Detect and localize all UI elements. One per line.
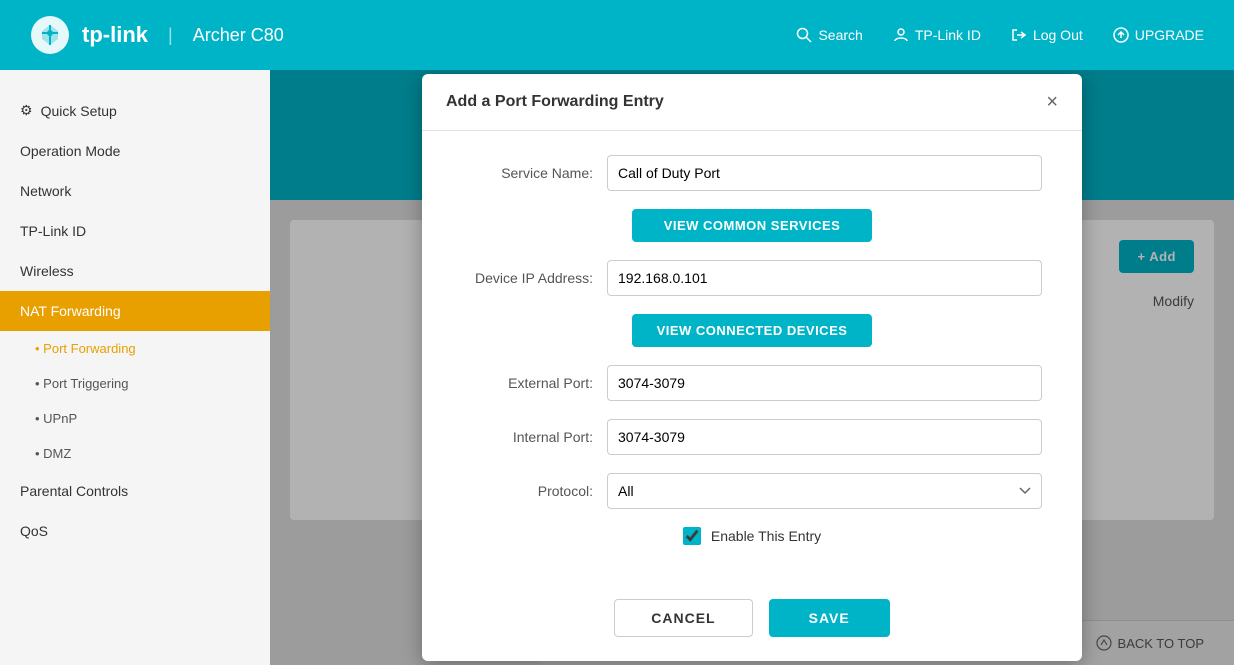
sidebar-sub-port-triggering[interactable]: Port Triggering bbox=[0, 366, 270, 401]
account-icon bbox=[893, 27, 909, 43]
sidebar-sub-label-port-triggering: Port Triggering bbox=[43, 376, 128, 391]
upgrade-nav-item[interactable]: UPGRADE bbox=[1113, 27, 1204, 43]
external-port-label: External Port: bbox=[462, 375, 607, 391]
sidebar-sub-upnp[interactable]: UPnP bbox=[0, 401, 270, 436]
sidebar-item-nat-forwarding[interactable]: NAT Forwarding bbox=[0, 291, 270, 331]
sidebar-item-wireless[interactable]: Wireless bbox=[0, 251, 270, 291]
search-nav-item[interactable]: Search bbox=[796, 27, 862, 43]
header: tp-link | Archer C80 Search TP-Link ID bbox=[0, 0, 1234, 70]
logo-divider: | bbox=[168, 25, 173, 46]
upgrade-icon bbox=[1113, 27, 1129, 43]
sidebar-sub-port-forwarding[interactable]: Port Forwarding bbox=[0, 331, 270, 366]
logo-area: tp-link | Archer C80 bbox=[30, 15, 284, 55]
cancel-button[interactable]: CANCEL bbox=[614, 599, 752, 637]
service-name-label: Service Name: bbox=[462, 165, 607, 181]
main-area: 1 2 3 + Add Modify bbox=[270, 70, 1234, 665]
header-nav: Search TP-Link ID Log Out UPGRADE bbox=[796, 27, 1204, 43]
sidebar-item-qos[interactable]: QoS bbox=[0, 511, 270, 551]
modal-dialog: Add a Port Forwarding Entry × Service Na… bbox=[422, 74, 1082, 661]
sidebar-sub-dmz[interactable]: DMZ bbox=[0, 436, 270, 471]
gear-icon: ⚙ bbox=[20, 102, 33, 119]
search-label: Search bbox=[818, 27, 862, 43]
internal-port-label: Internal Port: bbox=[462, 429, 607, 445]
sidebar-item-network[interactable]: Network bbox=[0, 171, 270, 211]
modal-close-button[interactable]: × bbox=[1046, 92, 1058, 112]
sidebar-item-parental-controls[interactable]: Parental Controls bbox=[0, 471, 270, 511]
view-common-services-button[interactable]: VIEW COMMON SERVICES bbox=[632, 209, 872, 242]
external-port-input[interactable] bbox=[607, 365, 1042, 401]
external-port-row: External Port: bbox=[462, 365, 1042, 401]
device-ip-input[interactable] bbox=[607, 260, 1042, 296]
tp-link-id-label: TP-Link ID bbox=[915, 27, 981, 43]
modal-footer: CANCEL SAVE bbox=[422, 599, 1082, 661]
modal-title: Add a Port Forwarding Entry bbox=[446, 93, 664, 111]
view-connected-devices-row: VIEW CONNECTED DEVICES bbox=[462, 314, 1042, 347]
sidebar-label-nat-forwarding: NAT Forwarding bbox=[20, 303, 121, 319]
modal-overlay: Add a Port Forwarding Entry × Service Na… bbox=[270, 70, 1234, 665]
tp-link-logo-icon bbox=[30, 15, 70, 55]
service-name-row: Service Name: bbox=[462, 155, 1042, 191]
modal-header: Add a Port Forwarding Entry × bbox=[422, 74, 1082, 131]
brand-name: tp-link bbox=[82, 22, 148, 48]
view-connected-devices-button[interactable]: VIEW CONNECTED DEVICES bbox=[632, 314, 872, 347]
internal-port-input[interactable] bbox=[607, 419, 1042, 455]
logout-icon bbox=[1011, 27, 1027, 43]
sidebar-sub-label-upnp: UPnP bbox=[43, 411, 77, 426]
log-out-nav-item[interactable]: Log Out bbox=[1011, 27, 1083, 43]
protocol-label: Protocol: bbox=[462, 483, 607, 499]
log-out-label: Log Out bbox=[1033, 27, 1083, 43]
tp-link-id-nav-item[interactable]: TP-Link ID bbox=[893, 27, 981, 43]
sidebar: ⚙ Quick Setup Operation Mode Network TP-… bbox=[0, 70, 270, 665]
sidebar-sub-label-port-forwarding: Port Forwarding bbox=[43, 341, 135, 356]
sidebar-label-operation-mode: Operation Mode bbox=[20, 143, 120, 159]
sidebar-item-quick-setup[interactable]: ⚙ Quick Setup bbox=[0, 90, 270, 131]
sidebar-label-network: Network bbox=[20, 183, 71, 199]
sidebar-item-tp-link-id[interactable]: TP-Link ID bbox=[0, 211, 270, 251]
enable-entry-checkbox[interactable] bbox=[683, 527, 701, 545]
internal-port-row: Internal Port: bbox=[462, 419, 1042, 455]
page-content: ⚙ Quick Setup Operation Mode Network TP-… bbox=[0, 70, 1234, 665]
protocol-select[interactable]: All TCP UDP TCP/UDP bbox=[607, 473, 1042, 509]
enable-entry-label: Enable This Entry bbox=[711, 528, 821, 544]
sidebar-label-wireless: Wireless bbox=[20, 263, 74, 279]
service-name-input[interactable] bbox=[607, 155, 1042, 191]
model-name: Archer C80 bbox=[193, 25, 284, 46]
sidebar-label-quick-setup: Quick Setup bbox=[41, 103, 117, 119]
device-ip-label: Device IP Address: bbox=[462, 270, 607, 286]
sidebar-label-parental-controls: Parental Controls bbox=[20, 483, 128, 499]
device-ip-row: Device IP Address: bbox=[462, 260, 1042, 296]
sidebar-sub-label-dmz: DMZ bbox=[43, 446, 71, 461]
sidebar-label-tp-link-id: TP-Link ID bbox=[20, 223, 86, 239]
save-button[interactable]: SAVE bbox=[769, 599, 890, 637]
upgrade-label: UPGRADE bbox=[1135, 27, 1204, 43]
protocol-row: Protocol: All TCP UDP TCP/UDP bbox=[462, 473, 1042, 509]
view-common-services-row: VIEW COMMON SERVICES bbox=[462, 209, 1042, 242]
modal-body: Service Name: VIEW COMMON SERVICES Devic… bbox=[422, 131, 1082, 599]
sidebar-item-operation-mode[interactable]: Operation Mode bbox=[0, 131, 270, 171]
sidebar-label-qos: QoS bbox=[20, 523, 48, 539]
search-icon bbox=[796, 27, 812, 43]
enable-entry-row: Enable This Entry bbox=[462, 527, 1042, 545]
